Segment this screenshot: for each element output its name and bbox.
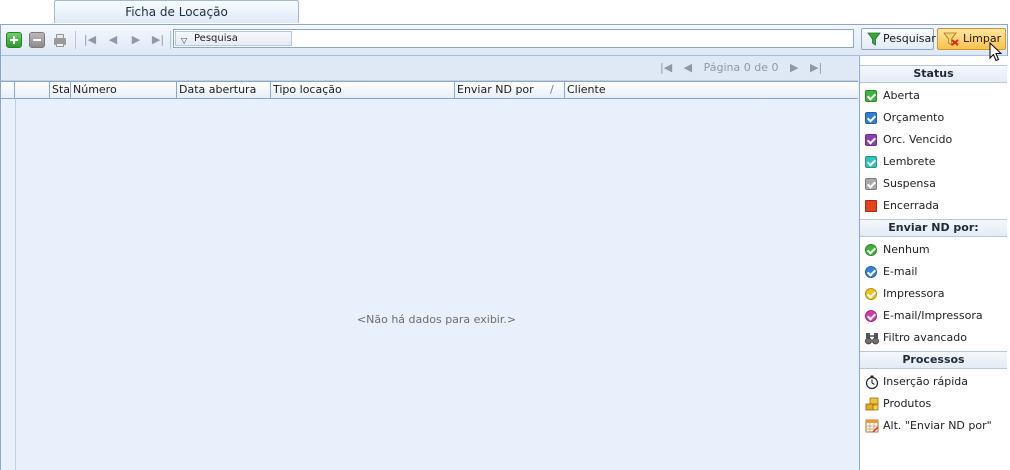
boxes-icon bbox=[865, 397, 879, 411]
status-label: Suspensa bbox=[883, 177, 936, 190]
checkbox-green-icon bbox=[865, 90, 877, 102]
chevron-down-icon: ▽ bbox=[181, 36, 188, 45]
filter-icon bbox=[867, 32, 881, 46]
section-header-processos: Processos bbox=[860, 351, 1007, 369]
column-header-data-abertura[interactable]: Data abertura bbox=[177, 82, 271, 98]
prev-record-icon[interactable]: ◀ bbox=[106, 32, 120, 48]
section-header-enviar-nd-por: Enviar ND por: bbox=[860, 219, 1007, 237]
toolbar-separator bbox=[75, 31, 76, 49]
pager-first-icon[interactable]: |◀ bbox=[660, 60, 672, 76]
column-header-numero[interactable]: Número bbox=[71, 82, 177, 98]
binoculars-icon bbox=[865, 333, 879, 345]
clear-filter-icon bbox=[943, 32, 959, 46]
first-record-icon[interactable]: |◀ bbox=[83, 32, 97, 48]
stopwatch-icon bbox=[865, 375, 879, 389]
column-header-cliente[interactable]: Cliente bbox=[565, 82, 858, 98]
column-indicator bbox=[1, 82, 15, 98]
search-field-label: Pesquisa bbox=[194, 33, 238, 44]
section-header-status: Status bbox=[860, 65, 1007, 83]
next-record-icon[interactable]: ▶ bbox=[129, 32, 143, 48]
remove-icon[interactable] bbox=[29, 32, 45, 48]
mouse-cursor-icon bbox=[989, 42, 1003, 62]
tab-strip: Ficha de Locação bbox=[0, 0, 1010, 24]
status-label: Orc. Vencido bbox=[883, 133, 953, 146]
tab-ficha-de-locacao[interactable]: Ficha de Locação bbox=[54, 0, 299, 23]
column-header-tipo-locacao[interactable]: Tipo locação bbox=[271, 82, 455, 98]
sort-indicator-icon: / bbox=[550, 83, 554, 96]
add-icon[interactable] bbox=[6, 32, 22, 48]
enviar-label: Impressora bbox=[883, 287, 945, 300]
row-indicator-column bbox=[1, 99, 16, 470]
enviar-label: E-mail/Impressora bbox=[883, 309, 983, 322]
status-label: Encerrada bbox=[883, 199, 940, 212]
pager-next-icon[interactable]: ▶ bbox=[790, 60, 798, 76]
print-icon[interactable] bbox=[52, 32, 68, 48]
column-header-enviar-nd-por-label: Enviar ND por bbox=[457, 83, 534, 96]
processo-label: Inserção rápida bbox=[883, 375, 969, 388]
status-label: Orçamento bbox=[883, 111, 945, 124]
check-circle-green-icon bbox=[865, 244, 877, 256]
checkbox-teal-icon bbox=[865, 156, 877, 168]
processo-label: Produtos bbox=[883, 397, 932, 410]
search-input[interactable]: ▽ Pesquisa bbox=[173, 29, 854, 48]
pager-last-icon[interactable]: ▶| bbox=[810, 60, 822, 76]
checkbox-gray-icon bbox=[865, 178, 877, 190]
enviar-label: Filtro avancado bbox=[883, 331, 967, 344]
pager-prev-icon[interactable]: ◀ bbox=[684, 60, 692, 76]
pesquisar-label: Pesquisar bbox=[883, 32, 936, 45]
last-record-icon[interactable]: ▶| bbox=[151, 32, 165, 48]
check-circle-yellow-icon bbox=[865, 288, 877, 300]
processo-label: Alt. "Enviar ND por" bbox=[883, 419, 992, 432]
square-red-icon bbox=[865, 200, 877, 212]
empty-message: <Não há dados para exibir.> bbox=[356, 313, 517, 326]
grid-body[interactable]: <Não há dados para exibir.> bbox=[1, 99, 858, 470]
toolbar-separator bbox=[170, 31, 171, 49]
enviar-label: E-mail bbox=[883, 265, 918, 278]
column-header-blank[interactable] bbox=[15, 82, 50, 98]
grid-header: Sta Número Data abertura Tipo locação En… bbox=[1, 81, 858, 99]
search-field-dropdown[interactable]: ▽ Pesquisa bbox=[175, 31, 292, 46]
column-header-status[interactable]: Sta bbox=[50, 82, 71, 98]
table-edit-icon bbox=[865, 419, 879, 433]
status-label: Aberta bbox=[883, 89, 920, 102]
enviar-label: Nenhum bbox=[883, 243, 930, 256]
pager: |◀ ◀ Página 0 de 0 ▶ ▶| bbox=[660, 60, 830, 76]
check-circle-blue-icon bbox=[865, 266, 877, 278]
pesquisar-button[interactable]: Pesquisar bbox=[861, 28, 936, 50]
column-header-enviar-nd-por[interactable]: Enviar ND por / bbox=[455, 82, 565, 98]
status-label: Lembrete bbox=[883, 155, 936, 168]
check-circle-magenta-icon bbox=[865, 310, 877, 322]
checkbox-purple-icon bbox=[865, 134, 877, 146]
checkbox-blue-icon bbox=[865, 112, 877, 124]
pager-text: Página 0 de 0 bbox=[703, 61, 779, 74]
